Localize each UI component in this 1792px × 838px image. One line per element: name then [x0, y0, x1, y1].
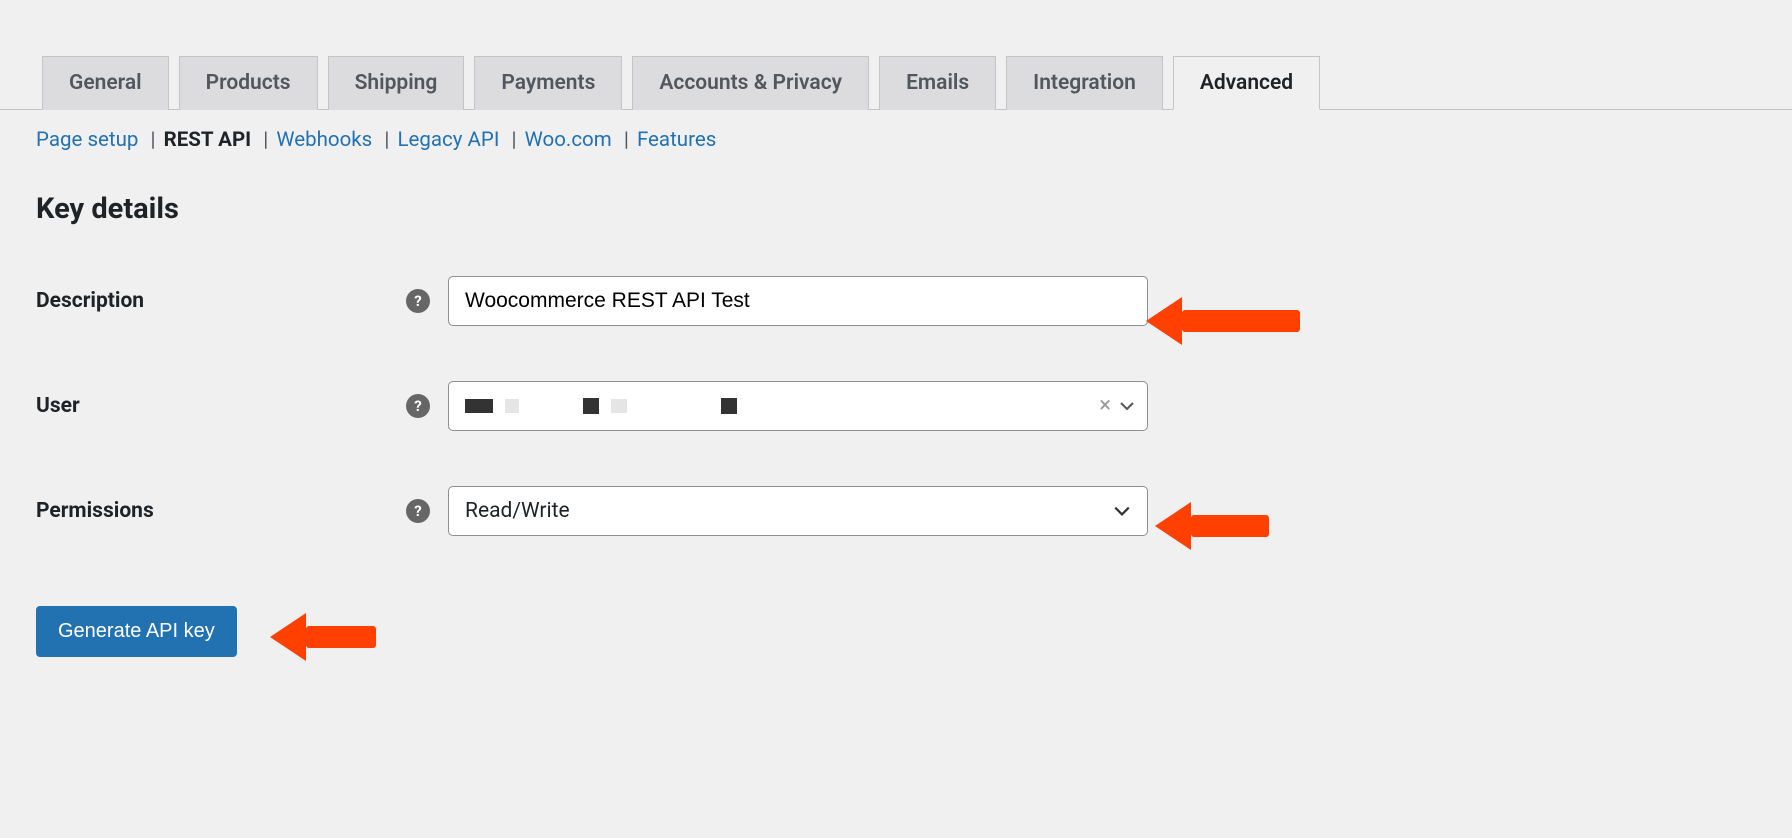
redacted-text [465, 399, 493, 413]
subnav-separator: | [384, 128, 389, 152]
description-input[interactable] [448, 276, 1148, 326]
tab-shipping[interactable]: Shipping [328, 56, 465, 110]
subnav-legacy-api[interactable]: Legacy API [397, 128, 499, 152]
row-description: Description ? [36, 276, 1792, 326]
subnav-features[interactable]: Features [637, 128, 716, 152]
tab-payments[interactable]: Payments [474, 56, 622, 110]
tab-general[interactable]: General [42, 56, 169, 110]
redacted-text [505, 399, 519, 413]
annotation-arrow [1155, 502, 1269, 550]
tab-advanced[interactable]: Advanced [1173, 56, 1320, 110]
annotation-arrow [1146, 297, 1300, 345]
tab-products[interactable]: Products [179, 56, 318, 110]
key-details-form: Description ? User ? × [0, 226, 1792, 536]
tab-accounts-privacy[interactable]: Accounts & Privacy [632, 56, 869, 110]
label-user: User [36, 394, 406, 418]
redacted-text [583, 398, 599, 414]
help-icon[interactable]: ? [406, 289, 430, 313]
subnav-separator: | [151, 128, 156, 152]
help-icon[interactable]: ? [406, 394, 430, 418]
page-heading: Key details [0, 152, 1792, 226]
redacted-text [611, 399, 627, 413]
settings-tab-bar: General Products Shipping Payments Accou… [0, 0, 1792, 110]
redacted-text [721, 398, 737, 414]
tab-emails[interactable]: Emails [879, 56, 996, 110]
annotation-arrow [270, 613, 376, 661]
tab-integration[interactable]: Integration [1006, 56, 1163, 110]
subnav-rest-api[interactable]: REST API [164, 128, 252, 152]
label-permissions: Permissions [36, 499, 406, 523]
permissions-value: Read/Write [465, 499, 570, 523]
chevron-down-icon [1113, 502, 1131, 520]
subnav-separator: | [263, 128, 268, 152]
subnav-woo-com[interactable]: Woo.com [525, 128, 612, 152]
subnav-webhooks[interactable]: Webhooks [276, 128, 372, 152]
label-description: Description [36, 289, 406, 313]
subnav-separator: | [512, 128, 517, 152]
subnav-separator: | [624, 128, 629, 152]
subnav-page-setup[interactable]: Page setup [36, 128, 138, 152]
advanced-subnav: Page setup | REST API | Webhooks | Legac… [0, 110, 1792, 152]
chevron-down-icon [1119, 398, 1135, 414]
row-user: User ? × [36, 381, 1792, 431]
help-icon[interactable]: ? [406, 499, 430, 523]
permissions-select[interactable]: Read/Write [448, 486, 1148, 536]
generate-api-key-button[interactable]: Generate API key [36, 606, 237, 657]
row-permissions: Permissions ? Read/Write [36, 486, 1792, 536]
user-select[interactable]: × [448, 381, 1148, 431]
clear-icon[interactable]: × [1099, 395, 1111, 417]
